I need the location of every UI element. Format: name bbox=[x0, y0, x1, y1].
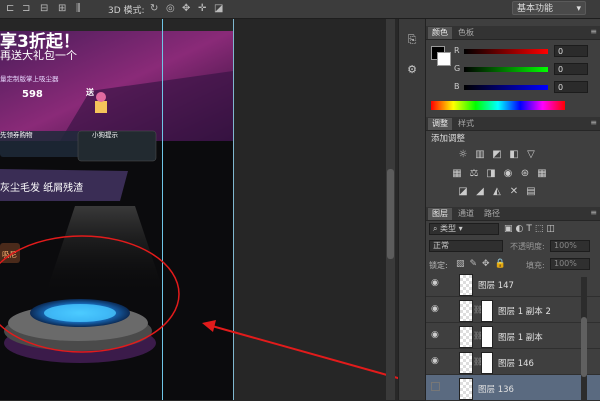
tab-styles[interactable]: 样式 bbox=[454, 118, 478, 130]
lock-icons[interactable]: ▧✎✥🔒 bbox=[456, 259, 511, 269]
layer-name[interactable]: 图层 1 副本 2 bbox=[498, 305, 551, 317]
layer-mask-thumbnail[interactable] bbox=[481, 352, 493, 374]
layer-row[interactable]: ◉ ⛓ 图层 1 副本 2 bbox=[426, 297, 600, 323]
slider-g[interactable]: G 0 bbox=[454, 63, 596, 76]
layer-mask-thumbnail[interactable] bbox=[481, 300, 493, 322]
layer-name[interactable]: 图层 1 副本 bbox=[498, 331, 543, 343]
threshold-icon[interactable]: ◭ bbox=[490, 186, 504, 198]
layer-name[interactable]: 图层 147 bbox=[478, 279, 514, 291]
layer-name[interactable]: 图层 146 bbox=[498, 357, 534, 369]
layers-panel-tabs: 图层 通道 路径 ≡ bbox=[426, 207, 600, 221]
hue-icon[interactable]: ▦ bbox=[450, 168, 464, 180]
g-value-input[interactable]: 0 bbox=[554, 63, 588, 75]
r-value-input[interactable]: 0 bbox=[554, 45, 588, 57]
slider-r[interactable]: R 0 bbox=[454, 45, 596, 58]
layer-filter-select[interactable]: ⌕ 类型 ▾ bbox=[429, 223, 499, 235]
layer-thumbnail bbox=[459, 274, 473, 296]
invert-icon[interactable]: ◪ bbox=[456, 186, 470, 198]
layer-row[interactable]: ◉ ⛓ 图层 1 副本 bbox=[426, 323, 600, 349]
opacity-input[interactable]: 100% bbox=[550, 240, 590, 252]
tab-adjustments[interactable]: 调整 bbox=[428, 118, 452, 130]
panel-menu-icon[interactable]: ≡ bbox=[590, 208, 597, 217]
tab-paths[interactable]: 路径 bbox=[480, 208, 504, 220]
layer-row-selected[interactable]: 图层 136 bbox=[426, 375, 600, 401]
layer-row[interactable]: ◉ 图层 147 bbox=[426, 271, 600, 297]
selective-color-icon[interactable]: ✕ bbox=[507, 186, 521, 198]
channel-g-label: G bbox=[454, 64, 461, 73]
lock-label: 锁定: bbox=[429, 261, 448, 270]
panel-menu-icon[interactable]: ≡ bbox=[590, 27, 597, 36]
r-gradient[interactable] bbox=[464, 49, 548, 54]
background-color-swatch[interactable] bbox=[437, 52, 451, 66]
eye-icon[interactable]: ◉ bbox=[431, 278, 439, 288]
tab-swatches[interactable]: 色板 bbox=[454, 27, 478, 39]
adjust-row-3: ◪ ◢ ◭ ✕ ▤ bbox=[456, 186, 566, 198]
channel-mixer-icon[interactable]: ⊛ bbox=[518, 168, 532, 180]
layer-thumbnail bbox=[459, 378, 473, 400]
right-panels: 颜色 色板 ≡ R 0 G 0 B 0 调整 样式 ≡ 添加调整 ☼ ▥ ◩ ◧ ▽ ▦… bbox=[425, 19, 600, 401]
brightness-icon[interactable]: ☼ bbox=[456, 149, 470, 161]
fill-label: 填充: bbox=[526, 261, 545, 270]
adjust-panel-tabs: 调整 样式 ≡ bbox=[426, 117, 600, 131]
add-adjustment-title: 添加调整 bbox=[431, 134, 466, 144]
adjust-row-1: ☼ ▥ ◩ ◧ ▽ bbox=[456, 149, 566, 161]
tab-layers[interactable]: 图层 bbox=[428, 208, 452, 220]
color-lookup-icon[interactable]: ▦ bbox=[535, 168, 549, 180]
b-value-input[interactable]: 0 bbox=[554, 81, 588, 93]
channel-r-label: R bbox=[454, 46, 460, 55]
tab-color[interactable]: 颜色 bbox=[428, 27, 452, 39]
layer-thumbnail bbox=[459, 352, 473, 374]
layer-thumbnail bbox=[459, 326, 473, 348]
levels-icon[interactable]: ▥ bbox=[473, 149, 487, 161]
bw-icon[interactable]: ◨ bbox=[484, 168, 498, 180]
gradient-map-icon[interactable]: ▤ bbox=[524, 186, 538, 198]
layer-name[interactable]: 图层 136 bbox=[478, 383, 514, 395]
highlight-circle bbox=[0, 235, 180, 353]
g-gradient[interactable] bbox=[464, 67, 548, 72]
color-balance-icon[interactable]: ⚖ bbox=[467, 168, 481, 180]
color-panel-tabs: 颜色 色板 ≡ bbox=[426, 26, 600, 40]
layer-mask-thumbnail[interactable] bbox=[481, 326, 493, 348]
fill-input[interactable]: 100% bbox=[550, 258, 590, 270]
opacity-label: 不透明度: bbox=[510, 242, 545, 251]
eye-icon[interactable]: ◉ bbox=[431, 330, 439, 340]
exposure-icon[interactable]: ◧ bbox=[507, 149, 521, 161]
annotation-arrow-head bbox=[202, 320, 216, 332]
photo-filter-icon[interactable]: ◉ bbox=[501, 168, 515, 180]
search-icon: ⌕ bbox=[433, 224, 441, 233]
posterize-icon[interactable]: ◢ bbox=[473, 186, 487, 198]
tab-channels[interactable]: 通道 bbox=[454, 208, 478, 220]
layer-thumbnail bbox=[459, 300, 473, 322]
panel-menu-icon[interactable]: ≡ bbox=[590, 118, 597, 127]
color-spectrum[interactable] bbox=[431, 101, 565, 110]
eye-icon[interactable]: ◉ bbox=[431, 304, 439, 314]
layers-scrollbar[interactable] bbox=[581, 277, 587, 400]
visibility-toggle-off[interactable] bbox=[431, 382, 440, 391]
layer-filter-icons[interactable]: ▣◐T⬚◫ bbox=[504, 224, 558, 234]
slider-b[interactable]: B 0 bbox=[454, 81, 596, 94]
blend-mode-label: 正常 bbox=[433, 241, 449, 250]
eye-icon[interactable]: ◉ bbox=[431, 356, 439, 366]
canvas-scrollbar[interactable] bbox=[386, 19, 395, 400]
scroll-thumb[interactable] bbox=[387, 169, 394, 259]
blend-mode-select[interactable]: 正常 bbox=[429, 240, 503, 252]
scroll-thumb[interactable] bbox=[581, 317, 587, 377]
history-icon[interactable]: ⎘ bbox=[403, 31, 421, 49]
adjust-row-2: ▦ ⚖ ◨ ◉ ⊛ ▦ bbox=[450, 168, 560, 180]
layer-row[interactable]: ◉ ⛓ 图层 146 bbox=[426, 349, 600, 375]
layer-filter-label: 类型 bbox=[440, 224, 457, 233]
vibrance-icon[interactable]: ▽ bbox=[524, 149, 538, 161]
curves-icon[interactable]: ◩ bbox=[490, 149, 504, 161]
channel-b-label: B bbox=[454, 82, 460, 91]
b-gradient[interactable] bbox=[464, 85, 548, 90]
properties-icon[interactable]: ⚙ bbox=[403, 61, 421, 79]
panel-dock-icons: ⎘ ⚙ bbox=[398, 19, 425, 400]
